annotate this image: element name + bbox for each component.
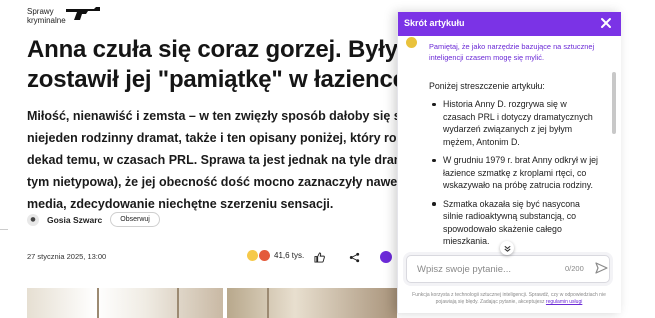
summary-bullet: Historia Anny D. rozgrywa się w czasach …: [429, 98, 599, 148]
panel-header: Skrót artykułu: [398, 12, 621, 36]
author-avatar[interactable]: ●: [27, 213, 39, 226]
article-photo-right: [227, 288, 397, 318]
article-lead: Miłość, nienawiść i zemsta – w ten zwięz…: [27, 105, 451, 215]
brand-line-2: kryminalne: [27, 16, 66, 25]
lead-line: dekad temu, w czasach PRL. Sprawa ta jes…: [27, 153, 451, 167]
question-input[interactable]: [415, 260, 559, 278]
send-icon[interactable]: [594, 261, 608, 275]
article-summary-panel: Skrót artykułu Pamiętaj, że jako narzędz…: [397, 12, 621, 313]
question-input-box: 0/200: [406, 255, 610, 283]
ai-assistant-icon: [406, 37, 417, 48]
summary-bullets: Historia Anny D. rozgrywa się w czasach …: [429, 98, 599, 254]
reaction-count: 41,6 tys.: [274, 251, 305, 260]
author-name[interactable]: Gosia Szwarc: [47, 215, 102, 225]
lead-line: niejeden rodzinny dramat, także i ten op…: [27, 131, 444, 145]
close-icon[interactable]: [599, 16, 613, 30]
revolver-icon: [65, 7, 100, 20]
article-photo-left: [27, 288, 223, 318]
more-icon[interactable]: [380, 251, 392, 263]
publish-date: 27 stycznia 2025, 13:00: [27, 252, 107, 261]
author-row: ● Gosia Szwarc Obserwuj: [27, 212, 160, 227]
summary-scrollbar[interactable]: [612, 72, 616, 192]
site-logo[interactable]: Sprawy kryminalne: [27, 4, 108, 28]
sad-emoji-icon: [247, 250, 258, 261]
headline-line-1: Anna czuła się coraz gorzej. Były ma: [27, 36, 439, 63]
angry-emoji-icon: [259, 250, 270, 261]
scrollbar-thumb[interactable]: [612, 72, 616, 134]
follow-button[interactable]: Obserwuj: [110, 212, 160, 227]
brand-line-1: Sprawy: [27, 7, 54, 16]
divider: [0, 229, 8, 230]
scroll-down-button[interactable]: [500, 241, 514, 255]
terms-link[interactable]: regulamin usługi: [546, 299, 582, 305]
summary-bullet: W grudniu 1979 r. brat Anny odkrył w jej…: [429, 154, 599, 192]
char-counter: 0/200: [565, 264, 584, 273]
lead-line: Miłość, nienawiść i zemsta – w ten zwięz…: [27, 109, 442, 123]
article-headline: Anna czuła się coraz gorzej. Były ma zos…: [27, 35, 439, 95]
summary-content[interactable]: Pamiętaj, że jako narzędzie bazujące na …: [398, 36, 610, 258]
ai-notice: Pamiętaj, że jako narzędzie bazujące na …: [429, 42, 595, 62]
headline-line-2: zostawił jej "pamiątkę" w łazience: [27, 66, 406, 93]
summary-intro: Poniżej streszczenie artykułu:: [429, 81, 545, 91]
ai-disclaimer: Funkcja korzysta z technologii sztucznej…: [404, 292, 614, 306]
chevron-down-icon: [503, 245, 511, 252]
panel-title: Skrót artykułu: [404, 18, 465, 28]
share-icon[interactable]: [347, 250, 361, 264]
reactions-summary[interactable]: 41,6 tys.: [247, 250, 304, 261]
summary-bullet: Szmatka okazała się być nasycona silnie …: [429, 198, 599, 248]
lead-line: tym nietypowa), że jej obecność dość moc…: [27, 175, 450, 189]
thumbs-up-icon[interactable]: [312, 250, 326, 264]
article-meta: 27 stycznia 2025, 13:00 41,6 tys.: [27, 250, 407, 264]
